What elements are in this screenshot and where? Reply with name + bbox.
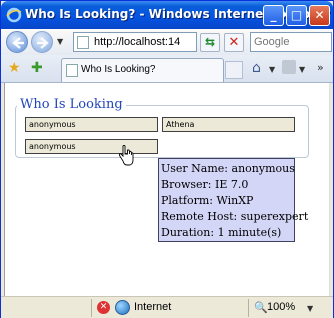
status-bar: ✕ Internet 🔍 100% ▼ <box>1 296 333 318</box>
home-dropdown-icon[interactable]: ▼ <box>269 65 275 74</box>
tooltip-remote-host: Remote Host: superexpert <box>161 210 309 223</box>
fieldset-legend: Who Is Looking <box>17 97 126 112</box>
tab-who-is-looking[interactable]: Who Is Looking? <box>61 58 224 82</box>
minimize-icon: _ <box>270 8 277 22</box>
page-icon <box>66 64 78 77</box>
close-button[interactable]: ✕ <box>309 5 330 26</box>
back-arrow-icon <box>12 37 24 49</box>
user-details-tooltip: User Name: anonymous Browser: IE 7.0 Pla… <box>158 158 309 242</box>
address-bar[interactable]: http://localhost:14 <box>73 32 197 52</box>
user-box[interactable]: anonymous <box>25 117 158 132</box>
tooltip-duration: Duration: 1 minute(s) <box>161 226 282 239</box>
zoom-dropdown-icon[interactable]: ▼ <box>307 304 313 313</box>
security-zone-label[interactable]: Internet <box>134 301 171 313</box>
feeds-icon[interactable] <box>282 60 296 74</box>
tooltip-browser: Browser: IE 7.0 <box>161 178 249 191</box>
forward-button[interactable] <box>31 31 53 53</box>
maximize-button[interactable]: □ <box>286 5 307 26</box>
address-input[interactable]: http://localhost:14 <box>94 36 180 48</box>
tab-label: Who Is Looking? <box>81 64 156 75</box>
title-bar[interactable]: Who Is Looking? - Windows Internet Explo… <box>1 1 333 29</box>
add-favorite-icon[interactable]: ✚ <box>31 60 43 76</box>
recent-pages-dropdown-icon[interactable]: ▼ <box>57 37 63 46</box>
favorites-star-icon[interactable]: ★ <box>8 60 21 76</box>
user-box[interactable]: anonymous <box>25 139 158 154</box>
back-button[interactable] <box>6 31 28 53</box>
hand-cursor-icon <box>118 145 134 166</box>
refresh-button[interactable]: ⇆ <box>200 33 220 52</box>
page-content: Who Is Looking anonymous Athena anonymou… <box>4 83 330 296</box>
minimize-button[interactable]: _ <box>263 5 284 26</box>
browser-window: Who Is Looking? - Windows Internet Explo… <box>0 0 334 318</box>
page-icon <box>77 36 89 49</box>
internet-zone-globe-icon <box>115 300 130 315</box>
close-icon: ✕ <box>314 8 325 22</box>
tooltip-platform: Platform: WinXP <box>161 194 254 207</box>
more-tools-chevron-icon[interactable]: » <box>317 61 324 74</box>
tab-bar: ★ ✚ Who Is Looking? ⌂ ▼ ▼ » <box>1 55 333 83</box>
stop-button[interactable]: ✕ <box>224 33 244 52</box>
new-tab-button[interactable] <box>225 61 243 79</box>
maximize-icon: □ <box>290 8 303 22</box>
navigation-bar: ▼ http://localhost:14 ⇆ ✕ <box>1 29 333 55</box>
search-input[interactable] <box>251 33 331 51</box>
zoom-level[interactable]: 100% <box>267 301 295 313</box>
home-icon[interactable]: ⌂ <box>252 60 261 76</box>
popup-blocked-icon[interactable]: ✕ <box>97 301 110 314</box>
ie-logo-icon <box>6 7 22 23</box>
forward-arrow-icon <box>37 37 49 49</box>
refresh-icon: ⇆ <box>204 35 216 49</box>
user-box[interactable]: Athena <box>162 117 295 132</box>
tooltip-user-name: User Name: anonymous <box>161 162 295 175</box>
feeds-dropdown-icon[interactable]: ▼ <box>299 65 305 74</box>
search-box[interactable] <box>250 32 332 52</box>
stop-icon: ✕ <box>228 35 240 50</box>
zoom-icon: 🔍 <box>254 301 268 314</box>
status-divider <box>248 299 249 317</box>
window-title: Who Is Looking? - Windows Internet Explo… <box>25 7 331 21</box>
status-divider <box>91 299 92 317</box>
